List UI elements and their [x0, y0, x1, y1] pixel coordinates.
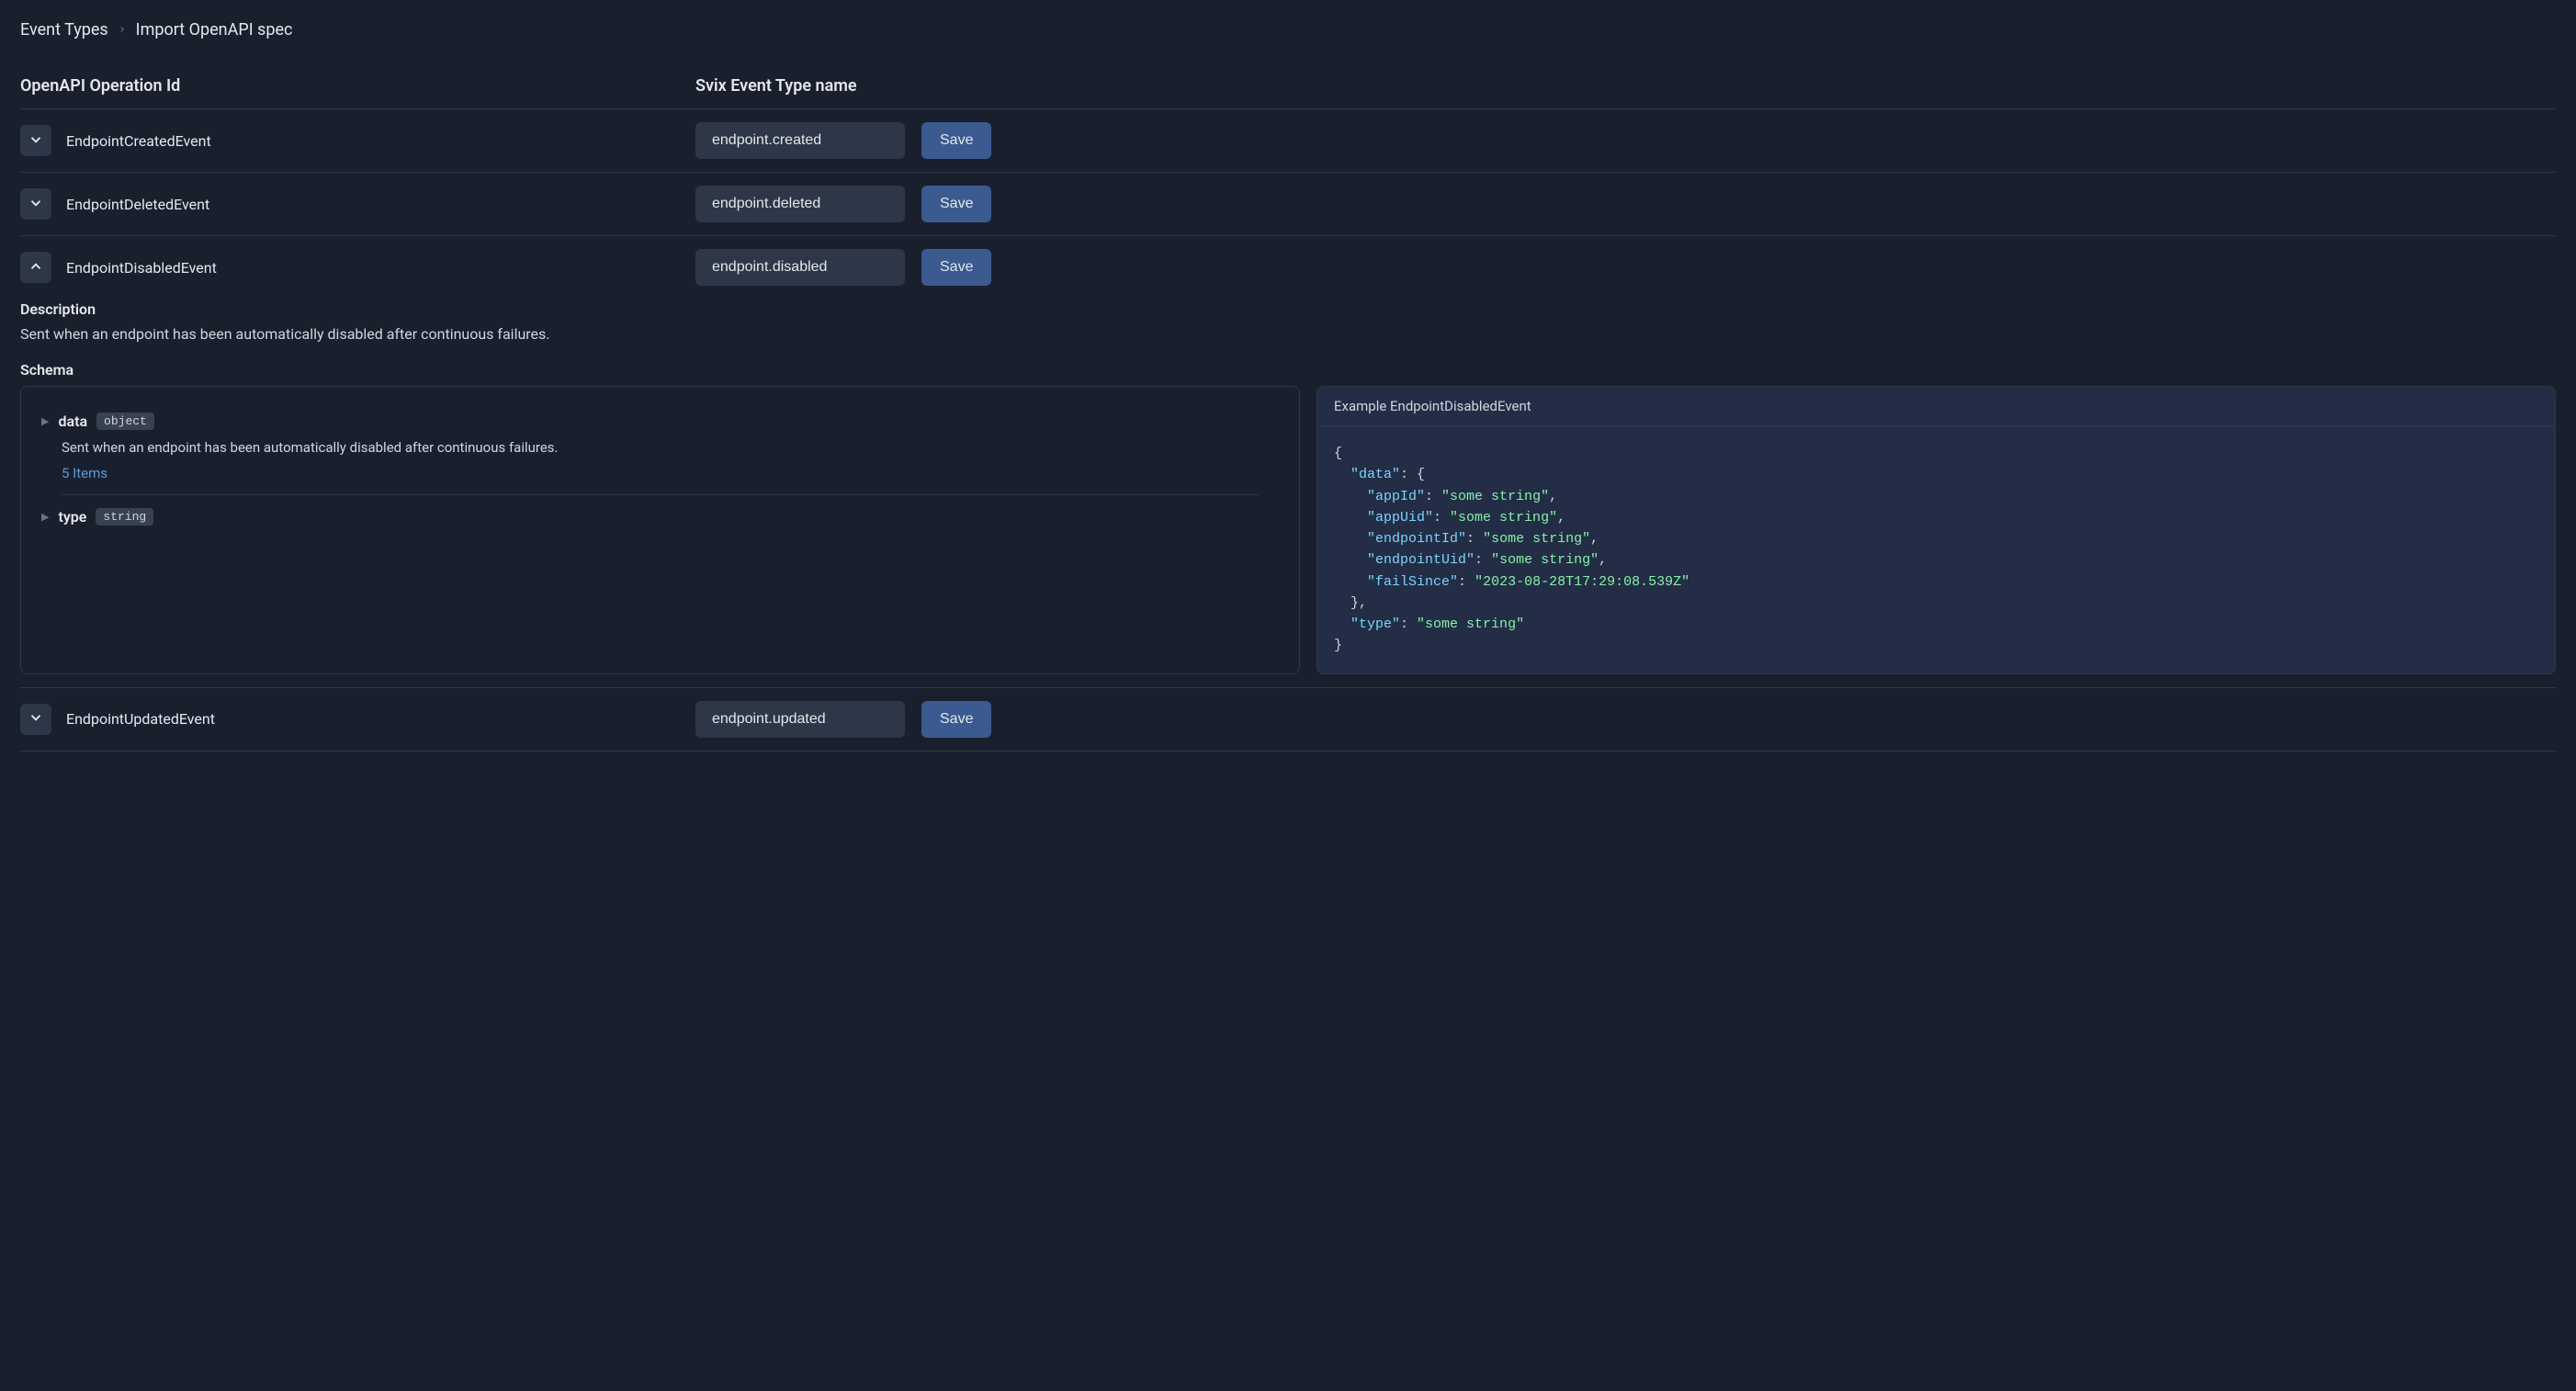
operation-id-label: EndpointDisabledEvent — [66, 259, 217, 277]
description-block: Description Sent when an endpoint has be… — [20, 300, 2556, 343]
header-operation-id: OpenAPI Operation Id — [20, 76, 695, 96]
divider — [62, 494, 1259, 495]
chevron-up-icon — [28, 258, 44, 277]
operation-id-label: EndpointDeletedEvent — [66, 196, 209, 213]
schema-property-description: Sent when an endpoint has been automatic… — [62, 439, 1279, 456]
event-type-input[interactable] — [695, 122, 905, 159]
expand-toggle-button[interactable] — [20, 188, 51, 220]
example-json: { "data": { "appId": "some string", "app… — [1317, 426, 2555, 673]
table-row: EndpointDeletedEvent Save — [20, 172, 2556, 235]
schema-property-type-field[interactable]: ▶ type string — [41, 508, 1279, 526]
schema-property-type: string — [96, 508, 153, 526]
chevron-right-icon — [118, 23, 127, 38]
description-label: Description — [20, 300, 2556, 318]
chevron-down-icon — [28, 195, 44, 214]
description-text: Sent when an endpoint has been automatic… — [20, 325, 2556, 343]
header-event-type-name: Svix Event Type name — [695, 76, 857, 96]
schema-property-name: type — [58, 508, 86, 526]
column-headers: OpenAPI Operation Id Svix Event Type nam… — [20, 76, 2556, 96]
schema-panel: ▶ data object Sent when an endpoint has … — [20, 386, 1300, 674]
save-button[interactable]: Save — [921, 701, 991, 738]
schema-property-name: data — [58, 413, 87, 430]
example-panel: Example EndpointDisabledEvent { "data": … — [1316, 386, 2556, 674]
expand-toggle-button[interactable] — [20, 704, 51, 735]
chevron-down-icon — [28, 131, 44, 151]
save-button[interactable]: Save — [921, 186, 991, 222]
event-type-input[interactable] — [695, 186, 905, 222]
breadcrumb-current: Import OpenAPI spec — [136, 20, 293, 40]
breadcrumb-parent-link[interactable]: Event Types — [20, 20, 108, 40]
event-type-input[interactable] — [695, 249, 905, 286]
schema-label: Schema — [20, 361, 2556, 379]
save-button[interactable]: Save — [921, 249, 991, 286]
event-type-input[interactable] — [695, 701, 905, 738]
operation-id-label: EndpointCreatedEvent — [66, 132, 211, 150]
chevron-down-icon — [28, 709, 44, 729]
example-title: Example EndpointDisabledEvent — [1317, 387, 2555, 426]
breadcrumb: Event Types Import OpenAPI spec — [20, 20, 2556, 40]
schema-items-link[interactable]: 5 Items — [62, 465, 1279, 481]
save-button[interactable]: Save — [921, 122, 991, 159]
operation-id-label: EndpointUpdatedEvent — [66, 710, 215, 728]
table-row: EndpointUpdatedEvent Save — [20, 687, 2556, 751]
table-row-expanded: EndpointDisabledEvent Save Description S… — [20, 235, 2556, 674]
schema-property-type: object — [96, 413, 154, 430]
triangle-right-icon: ▶ — [41, 415, 49, 427]
collapse-toggle-button[interactable] — [20, 252, 51, 283]
expand-toggle-button[interactable] — [20, 125, 51, 156]
schema-property-data[interactable]: ▶ data object — [41, 413, 1279, 430]
table-row: EndpointCreatedEvent Save — [20, 108, 2556, 172]
triangle-right-icon: ▶ — [41, 511, 49, 523]
